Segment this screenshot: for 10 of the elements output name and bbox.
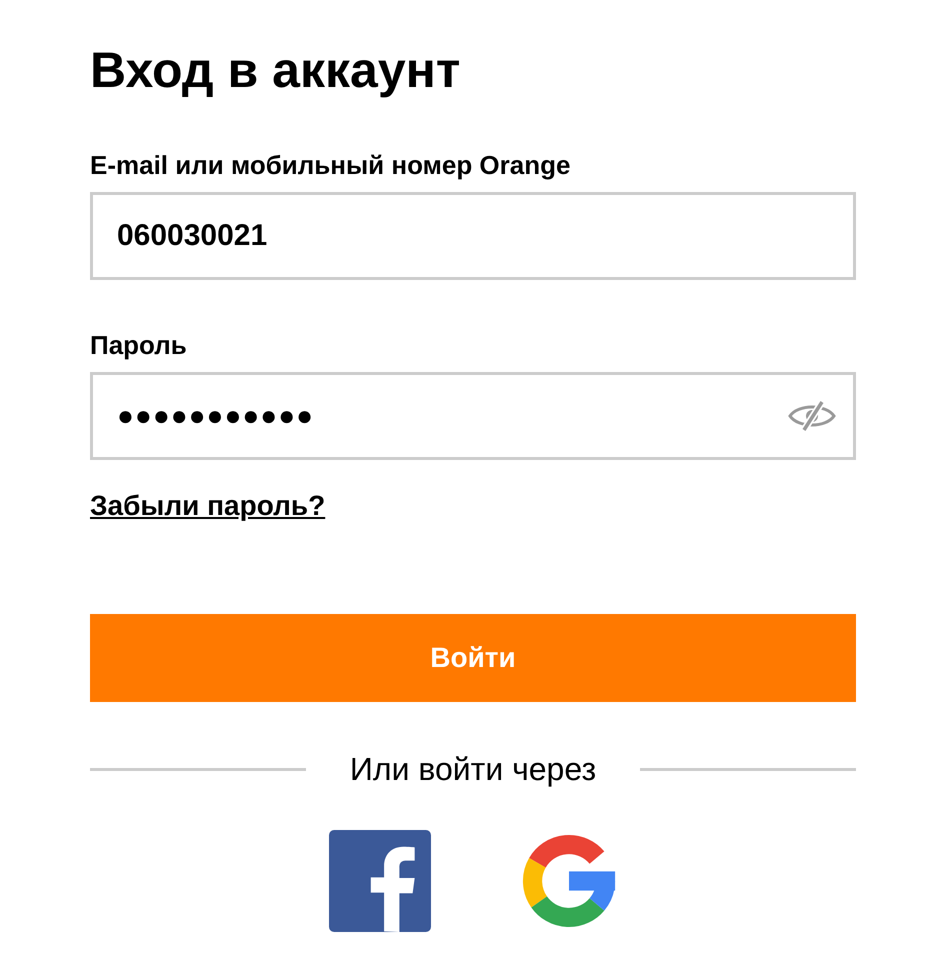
facebook-logo-icon[interactable] (329, 830, 431, 932)
eye-slash-icon[interactable] (788, 400, 836, 432)
page-title: Вход в аккаунт (90, 41, 462, 100)
forgot-password-link[interactable]: Забыли пароль? (90, 488, 326, 524)
google-logo-icon[interactable] (521, 833, 617, 929)
field-label: Пароль (90, 330, 188, 360)
login-field[interactable]: 060030021 (90, 192, 856, 280)
password-field[interactable]: ●●●●●●●●●●● (90, 372, 856, 460)
divider-caption: Или войти через (348, 750, 598, 788)
field-label: E-mail или мобильный номер Orange (90, 150, 572, 180)
